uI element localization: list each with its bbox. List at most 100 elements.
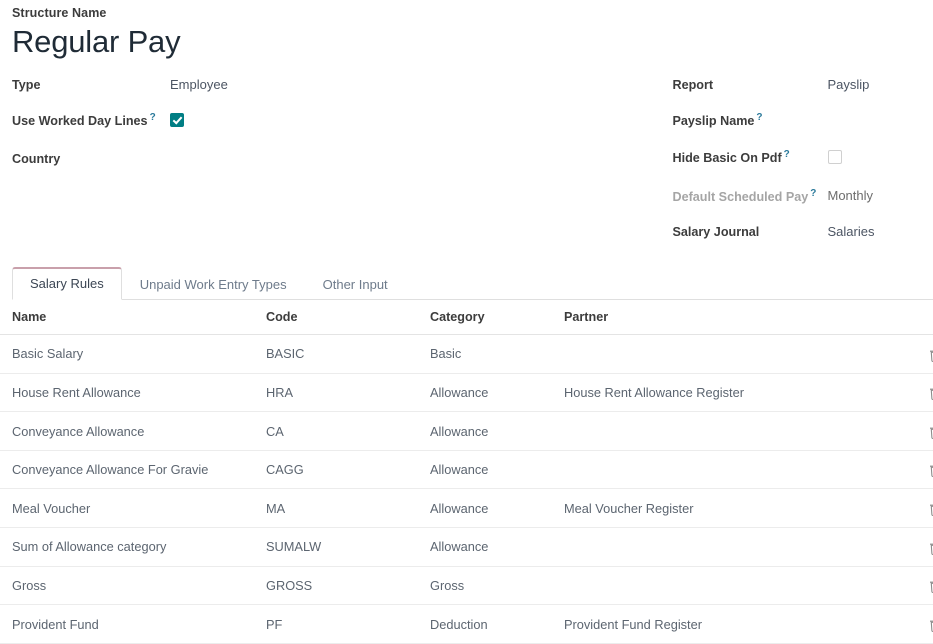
cell-delete [908,528,933,567]
help-icon-default-scheduled-pay[interactable]: ? [810,188,816,199]
cell-code[interactable]: CA [266,412,430,451]
field-label-payslip-name: Payslip Name? [673,110,828,130]
field-row-report: Report Payslip [673,75,922,95]
table-head: Name Code Category Partner [0,300,933,335]
cell-name[interactable]: Meal Voucher [0,489,266,528]
field-label-report: Report [673,75,828,94]
trash-icon[interactable] [929,463,933,477]
help-icon-payslip-name[interactable]: ? [756,112,762,123]
label-text-default-scheduled-pay: Default Scheduled Pay [673,190,809,204]
trash-icon[interactable] [929,541,933,555]
field-value-use-worked-day-lines [170,110,184,133]
cell-code[interactable]: BASIC [266,334,430,373]
table-row[interactable]: House Rent Allowance HRA Allowance House… [0,373,933,412]
cell-partner[interactable] [564,412,908,451]
table-row[interactable]: Sum of Allowance category SUMALW Allowan… [0,528,933,567]
column-header-actions [908,300,933,335]
record-form-sheet: Structure Name Regular Pay Type Employee… [0,0,933,644]
table-row[interactable]: Conveyance Allowance For Gravie CAGG All… [0,450,933,489]
cell-delete [908,605,933,644]
cell-category[interactable]: Allowance [430,450,564,489]
field-value-type[interactable]: Employee [170,75,228,95]
cell-name[interactable]: Sum of Allowance category [0,528,266,567]
cell-partner[interactable]: Provident Fund Register [564,605,908,644]
field-value-salary-journal[interactable]: Salaries [828,222,875,242]
trash-icon[interactable] [929,425,933,439]
label-text-salary-journal: Salary Journal [673,225,760,239]
structure-name-label: Structure Name [12,6,921,20]
column-header-partner[interactable]: Partner [564,300,908,335]
field-label-salary-journal: Salary Journal [673,222,828,241]
tab-other-input[interactable]: Other Input [305,268,406,300]
trash-icon[interactable] [929,386,933,400]
cell-name[interactable]: House Rent Allowance [0,373,266,412]
field-row-hide-basic-on-pdf: Hide Basic On Pdf? [673,147,922,170]
cell-code[interactable]: GROSS [266,566,430,605]
notebook: Salary Rules Unpaid Work Entry Types Oth… [0,268,933,300]
cell-category[interactable]: Allowance [430,373,564,412]
cell-category[interactable]: Allowance [430,489,564,528]
table-row[interactable]: Meal Voucher MA Allowance Meal Voucher R… [0,489,933,528]
cell-partner[interactable] [564,566,908,605]
field-label-default-scheduled-pay: Default Scheduled Pay? [673,186,828,206]
cell-delete [908,412,933,451]
cell-category[interactable]: Allowance [430,412,564,451]
table-row[interactable]: Conveyance Allowance CA Allowance [0,412,933,451]
cell-delete [908,450,933,489]
help-icon-use-worked-day-lines[interactable]: ? [150,112,156,123]
field-value-default-scheduled-pay: Monthly [828,186,874,206]
field-row-type: Type Employee [12,75,443,95]
cell-partner[interactable]: Meal Voucher Register [564,489,908,528]
page-title[interactable]: Regular Pay [12,24,921,61]
cell-name[interactable]: Provident Fund [0,605,266,644]
checkbox-hide-basic-on-pdf[interactable] [828,150,842,164]
label-text-type: Type [12,78,40,92]
label-text-report: Report [673,78,714,92]
field-row-use-worked-day-lines: Use Worked Day Lines? [12,110,443,133]
label-text-hide-basic-on-pdf: Hide Basic On Pdf [673,151,782,165]
cell-delete [908,334,933,373]
cell-code[interactable]: HRA [266,373,430,412]
tab-salary-rules[interactable]: Salary Rules [12,267,122,300]
tab-unpaid-work-entry-types[interactable]: Unpaid Work Entry Types [122,268,305,300]
label-text-use-worked-day-lines: Use Worked Day Lines [12,115,148,129]
trash-icon[interactable] [929,618,933,632]
cell-name[interactable]: Gross [0,566,266,605]
checkbox-use-worked-day-lines[interactable] [170,113,184,127]
cell-category[interactable]: Deduction [430,605,564,644]
trash-icon[interactable] [929,579,933,593]
cell-partner[interactable]: House Rent Allowance Register [564,373,908,412]
label-text-payslip-name: Payslip Name [673,115,755,129]
field-label-country: Country [12,149,170,168]
cell-name[interactable]: Conveyance Allowance For Gravie [0,450,266,489]
trash-icon[interactable] [929,348,933,362]
form-column-left: Type Employee Use Worked Day Lines? Coun… [12,75,467,258]
cell-category[interactable]: Allowance [430,528,564,567]
table-row[interactable]: Provident Fund PF Deduction Provident Fu… [0,605,933,644]
cell-name[interactable]: Conveyance Allowance [0,412,266,451]
field-label-use-worked-day-lines: Use Worked Day Lines? [12,110,170,130]
table-row[interactable]: Basic Salary BASIC Basic [0,334,933,373]
cell-code[interactable]: SUMALW [266,528,430,567]
help-icon-hide-basic-on-pdf[interactable]: ? [784,149,790,160]
field-value-report[interactable]: Payslip [828,75,870,95]
table-row[interactable]: Gross GROSS Gross [0,566,933,605]
cell-partner[interactable] [564,450,908,489]
field-row-default-scheduled-pay: Default Scheduled Pay? Monthly [673,186,922,206]
cell-code[interactable]: PF [266,605,430,644]
table-header-row: Name Code Category Partner [0,300,933,335]
title-block: Structure Name Regular Pay [0,0,933,61]
cell-name[interactable]: Basic Salary [0,334,266,373]
cell-code[interactable]: CAGG [266,450,430,489]
column-header-name[interactable]: Name [0,300,266,335]
trash-icon[interactable] [929,502,933,516]
cell-category[interactable]: Basic [430,334,564,373]
column-header-category[interactable]: Category [430,300,564,335]
field-row-salary-journal: Salary Journal Salaries [673,222,922,242]
cell-partner[interactable] [564,334,908,373]
cell-category[interactable]: Gross [430,566,564,605]
column-header-code[interactable]: Code [266,300,430,335]
cell-partner[interactable] [564,528,908,567]
table-body: Basic Salary BASIC Basic House Rent Allo… [0,334,933,643]
cell-code[interactable]: MA [266,489,430,528]
